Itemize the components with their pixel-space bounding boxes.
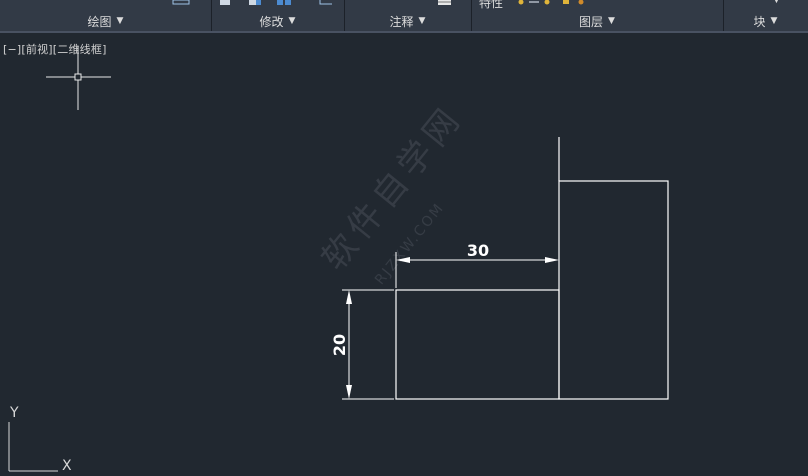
drawing-geometry[interactable]	[395, 137, 669, 400]
ucs-y-label: Y	[9, 405, 19, 421]
ucs-icon	[8, 422, 58, 472]
dim-horizontal-text: 30	[467, 241, 489, 260]
right-rectangle[interactable]	[558, 180, 669, 400]
dim-vertical-text: 20	[330, 334, 349, 356]
dimension-vertical[interactable]	[342, 289, 394, 400]
ucs-x-label: X	[62, 458, 72, 474]
left-rectangle[interactable]	[395, 289, 560, 400]
crosshair-cursor	[46, 46, 111, 110]
drawing-canvas[interactable]: 30 20 Y X	[0, 0, 808, 476]
